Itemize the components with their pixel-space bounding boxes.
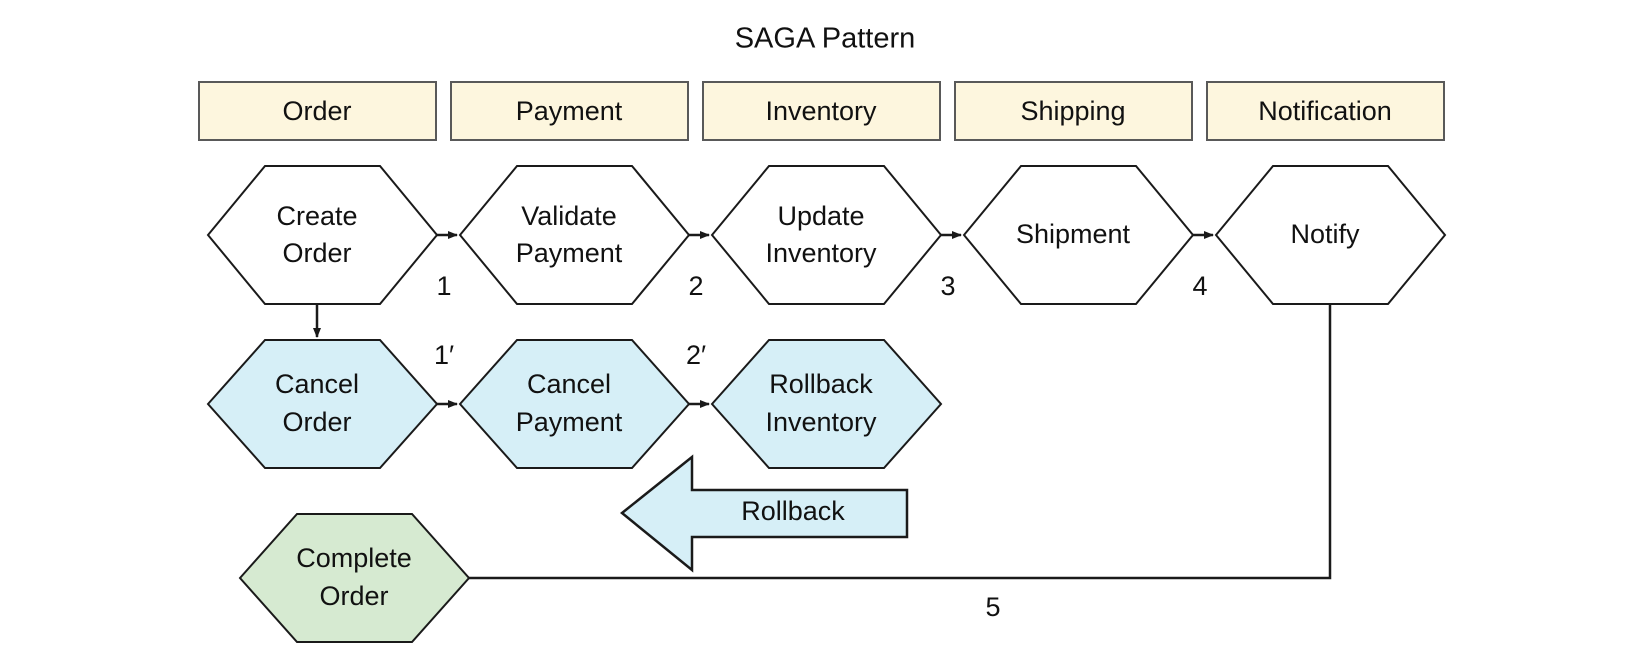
node-label-line1: Cancel — [275, 369, 359, 399]
lane-header-inventory: Inventory — [702, 81, 941, 141]
edge-label: 4 — [1192, 271, 1207, 301]
node-label-line2: Inventory — [765, 238, 877, 268]
edge-label: 1′ — [434, 340, 454, 370]
lane-header-payment: Payment — [450, 81, 689, 141]
hexagon-shape — [238, 513, 471, 643]
node-validate-payment[interactable]: Validate Payment — [458, 165, 691, 305]
lane-header-notification: Notification — [1206, 81, 1445, 141]
edge-create-order-to-validate-payment: 1 — [436, 231, 458, 301]
edge-update-inventory-to-shipment: 3 — [940, 231, 962, 301]
edge-cancel-payment-to-rollback-inventory: 2′ — [686, 340, 710, 408]
node-notify[interactable]: Notify — [1214, 165, 1447, 305]
node-label-line1: Create — [276, 201, 357, 231]
node-cancel-order[interactable]: Cancel Order — [206, 339, 439, 469]
edge-label: 2 — [688, 271, 703, 301]
node-label-line2: Inventory — [765, 407, 877, 437]
node-shipment[interactable]: Shipment — [962, 165, 1195, 305]
node-create-order[interactable]: Create Order — [206, 165, 439, 305]
edge-cancel-order-to-cancel-payment: 1′ — [434, 340, 458, 408]
node-complete-order[interactable]: Complete Order — [238, 513, 471, 643]
diagram-canvas: SAGA Pattern Order Payment Inventory Shi… — [0, 0, 1650, 663]
edge-validate-payment-to-update-inventory: 2 — [688, 231, 710, 301]
node-label-line1: Cancel — [527, 369, 611, 399]
node-label-line1: Shipment — [1016, 219, 1131, 249]
rollback-label: Rollback — [741, 496, 845, 526]
node-cancel-payment[interactable]: Cancel Payment — [458, 339, 691, 469]
hexagon-shape — [710, 165, 943, 305]
lane-label: Inventory — [765, 96, 877, 126]
node-label-line1: Rollback — [769, 369, 873, 399]
node-label-line2: Order — [319, 581, 388, 611]
lane-header-shipping: Shipping — [954, 81, 1193, 141]
rollback-block-arrow: Rollback — [620, 454, 909, 573]
saga-pattern-diagram: SAGA Pattern Order Payment Inventory Shi… — [198, 23, 1447, 643]
node-rollback-inventory[interactable]: Rollback Inventory — [710, 339, 943, 469]
lane-label: Shipping — [1020, 96, 1125, 126]
page-title: SAGA Pattern — [735, 23, 916, 55]
hexagon-shape — [458, 339, 691, 469]
node-label-line1: Validate — [521, 201, 617, 231]
hexagon-shape — [710, 339, 943, 469]
node-label-line2: Order — [282, 238, 351, 268]
lane-header-order: Order — [198, 81, 437, 141]
node-label-line2: Order — [282, 407, 351, 437]
node-label-line2: Payment — [516, 238, 623, 268]
hexagon-shape — [206, 165, 439, 305]
hexagon-shape — [206, 339, 439, 469]
edge-label: 5 — [985, 592, 1000, 622]
node-label-line2: Payment — [516, 407, 623, 437]
edge-shipment-to-notify: 4 — [1192, 231, 1214, 301]
lane-label: Payment — [516, 96, 623, 126]
node-label-line1: Notify — [1290, 219, 1360, 249]
node-label-line1: Complete — [296, 543, 412, 573]
edge-label: 1 — [436, 271, 451, 301]
node-label-line1: Update — [777, 201, 864, 231]
lane-label: Order — [282, 96, 351, 126]
node-update-inventory[interactable]: Update Inventory — [710, 165, 943, 305]
edge-label: 3 — [940, 271, 955, 301]
edge-label: 2′ — [686, 340, 706, 370]
lane-label: Notification — [1258, 96, 1392, 126]
hexagon-shape — [458, 165, 691, 305]
